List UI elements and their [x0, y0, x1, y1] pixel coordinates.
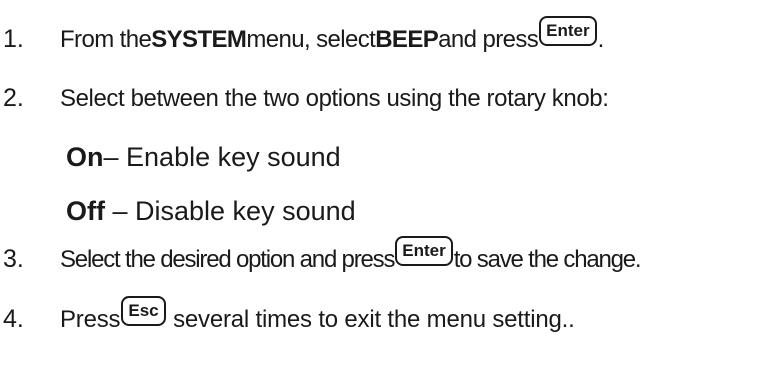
- step-text: Select between the two options using the…: [60, 85, 609, 112]
- option-label: Off: [66, 196, 105, 226]
- step-1: 1. From the SYSTEM menu, select BEEP and…: [0, 16, 605, 54]
- option-off: Off – Disable key sound: [66, 196, 356, 227]
- option-description: Disable key sound: [135, 196, 356, 226]
- step-2: 2. Select between the two options using …: [0, 84, 609, 113]
- step-text: Select the desired option and press Ente…: [60, 236, 642, 274]
- step-text-part: From the: [60, 26, 152, 53]
- enter-key-icon: Enter: [395, 236, 453, 266]
- step-number: 3.: [3, 245, 24, 273]
- option-separator: –: [103, 142, 119, 172]
- option-label: On: [66, 142, 104, 172]
- step-text: Press Esc several times to exit the menu…: [60, 296, 575, 334]
- step-4: 4. Press Esc several times to exit the m…: [0, 296, 575, 334]
- option-description: Enable key sound: [118, 142, 341, 172]
- step-number: 4.: [3, 305, 24, 333]
- option-on: On– Enable key sound: [66, 142, 341, 173]
- step-number: 2.: [3, 84, 24, 112]
- step-text-part: .: [597, 26, 605, 53]
- step-text: From the SYSTEM menu, select BEEP and pr…: [60, 16, 605, 54]
- system-menu-name: SYSTEM: [151, 26, 247, 53]
- esc-key-icon: Esc: [121, 296, 166, 326]
- step-3: 3. Select the desired option and press E…: [0, 236, 642, 274]
- step-text-part: menu, select: [246, 26, 376, 53]
- step-text-part: Select the desired option and press: [60, 246, 395, 273]
- step-text-part: and press: [438, 26, 539, 53]
- option-separator: –: [104, 196, 136, 226]
- beep-option-name: BEEP: [375, 26, 439, 53]
- step-text-part: several times to exit the menu setting..: [166, 306, 575, 333]
- step-number: 1.: [3, 25, 24, 53]
- step-text-part: to save the change.: [453, 246, 642, 273]
- enter-key-icon: Enter: [539, 16, 597, 46]
- step-text-part: Press: [60, 306, 121, 333]
